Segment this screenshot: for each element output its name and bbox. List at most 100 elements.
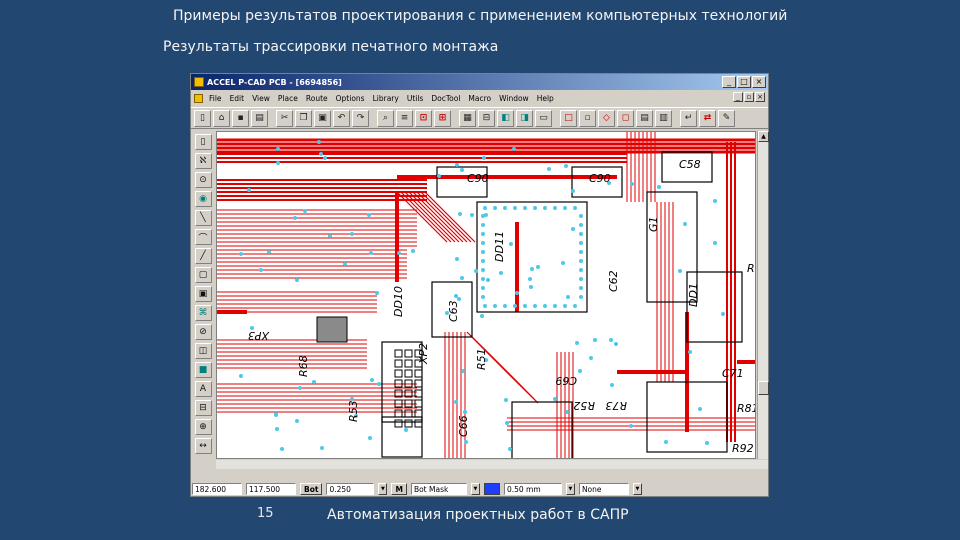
report-icon[interactable]: ⊡ <box>415 109 432 127</box>
pcb-pad <box>247 188 251 192</box>
scroll-thumb[interactable] <box>758 381 769 395</box>
menu-file[interactable]: File <box>205 94 226 103</box>
layer-dropdown-icon[interactable]: ▼ <box>470 483 480 495</box>
doc-close-button[interactable]: × <box>755 92 765 102</box>
pencil-icon[interactable]: ✎ <box>718 109 735 127</box>
keepout-icon[interactable]: ◫ <box>194 343 212 359</box>
redo-icon[interactable]: ↷ <box>352 109 369 127</box>
info-icon[interactable]: ▤ <box>636 109 653 127</box>
measure-icon[interactable]: ↔ <box>194 438 212 454</box>
copper-icon[interactable]: ▢ <box>194 267 212 283</box>
polygon-icon[interactable]: ◻ <box>617 109 634 127</box>
pcb-board[interactable]: C90 C90 C58 G1 DD11 DD10 XP3 R80 R68 R53 XP2 R51 C66… <box>217 132 756 459</box>
select-icon[interactable]: ▯ <box>194 134 212 150</box>
arc-icon[interactable]: ⌒ <box>194 229 212 245</box>
menu-doctool[interactable]: DocTool <box>427 94 464 103</box>
pad-icon[interactable]: ⊙ <box>194 172 212 188</box>
layer-select[interactable]: Bot Mask <box>410 483 467 495</box>
save-icon[interactable]: ▪ <box>232 109 249 127</box>
bus-icon[interactable]: ◇ <box>598 109 615 127</box>
minimize-button[interactable]: _ <box>722 76 736 88</box>
grid-select[interactable]: 0.50 mm <box>503 483 562 495</box>
net-icon[interactable]: □ <box>560 109 577 127</box>
window-titlebar[interactable]: ACCEL P-CAD PCB - [6694856] _ □ × <box>191 74 768 90</box>
route-icon[interactable]: ⊞ <box>434 109 451 127</box>
vertical-scrollbar[interactable]: ▲ <box>757 131 769 459</box>
menu-window[interactable]: Window <box>495 94 533 103</box>
pcb-pad <box>499 271 503 275</box>
pcb-pad <box>571 227 575 231</box>
width-select[interactable]: 0.250 <box>326 483 375 495</box>
slide-title: Примеры результатов проектирования с при… <box>173 8 788 24</box>
pcb-pad <box>397 251 401 255</box>
pcb-canvas[interactable]: C90 C90 C58 G1 DD11 DD10 XP3 R80 R68 R53 XP2 R51 C66… <box>216 131 756 459</box>
x-coord-field[interactable]: 182.600 <box>192 483 242 495</box>
pcb-pad <box>512 147 516 151</box>
maximize-button[interactable]: □ <box>737 76 751 88</box>
menu-edit[interactable]: Edit <box>226 94 249 103</box>
drc-icon[interactable]: ◧ <box>497 109 514 127</box>
close-button[interactable]: × <box>752 76 766 88</box>
y-coord-field[interactable]: 117.500 <box>246 483 296 495</box>
table-icon[interactable]: ▦ <box>459 109 476 127</box>
horizontal-scrollbar[interactable] <box>216 460 768 469</box>
cut-icon[interactable]: ✂ <box>276 109 293 127</box>
mode-toggle-button[interactable]: M <box>391 483 407 495</box>
enter-icon[interactable]: ↵ <box>680 109 697 127</box>
field-icon[interactable]: ⊟ <box>194 400 212 416</box>
menu-library[interactable]: Library <box>369 94 403 103</box>
pcb-pad <box>295 278 299 282</box>
paste-icon[interactable]: ▣ <box>314 109 331 127</box>
grid-icon[interactable]: ⊟ <box>478 109 495 127</box>
pcb-pad <box>504 398 508 402</box>
pcb-pad <box>437 174 441 178</box>
new-icon[interactable]: ▯ <box>194 109 211 127</box>
copy-icon[interactable]: ❐ <box>295 109 312 127</box>
fill-icon[interactable]: ▣ <box>194 286 212 302</box>
snap-dropdown-icon[interactable]: ▼ <box>632 483 642 495</box>
snap-select[interactable]: None <box>578 483 629 495</box>
polygon-fill-icon[interactable]: ■ <box>194 362 212 378</box>
scroll-up-icon[interactable]: ▲ <box>758 131 769 142</box>
route-manual-icon[interactable]: ╲ <box>194 210 212 226</box>
pin-icon[interactable]: ▫ <box>579 109 596 127</box>
menu-place[interactable]: Place <box>274 94 302 103</box>
swap-icon[interactable]: ⇄ <box>699 109 716 127</box>
trace-icon[interactable]: ╱ <box>194 248 212 264</box>
menu-options[interactable]: Options <box>332 94 369 103</box>
pcb-pad <box>404 428 408 432</box>
pcb-pad <box>593 338 597 342</box>
pcb-pad <box>454 294 458 298</box>
layer-toggle-button[interactable]: Bot <box>300 483 323 495</box>
doc-restore-button[interactable]: ▫ <box>744 92 754 102</box>
cutout-icon[interactable]: ⊘ <box>194 324 212 340</box>
highlight-icon[interactable]: ◨ <box>516 109 533 127</box>
component-label: R53 <box>347 400 360 422</box>
menu-utils[interactable]: Utils <box>403 94 428 103</box>
menu-macro[interactable]: Macro <box>464 94 495 103</box>
layer-color-swatch[interactable] <box>483 483 500 495</box>
pcb-pad <box>317 140 321 144</box>
component-label: R92 <box>732 442 754 455</box>
attribute-icon[interactable]: ⌘ <box>194 305 212 321</box>
doc-minimize-button[interactable]: _ <box>733 92 743 102</box>
chip-pad <box>481 214 485 218</box>
main-toolbar: ▯ ⌂ ▪ ▤ ✂ ❐ ▣ ↶ ↷ ⌕ ≡ ⊡ ⊞ ▦ ⊟ ◧ ◨ ▭ □ ▫ … <box>191 107 768 129</box>
text-icon[interactable]: A <box>194 381 212 397</box>
line-icon[interactable]: ℵ <box>194 153 212 169</box>
layer-icon[interactable]: ≡ <box>396 109 413 127</box>
width-dropdown-icon[interactable]: ▼ <box>378 483 388 495</box>
component-label: C63 <box>447 300 460 322</box>
undo-icon[interactable]: ↶ <box>333 109 350 127</box>
menu-route[interactable]: Route <box>302 94 332 103</box>
grid-dropdown-icon[interactable]: ▼ <box>565 483 575 495</box>
point-icon[interactable]: ⊕ <box>194 419 212 435</box>
menu-help[interactable]: Help <box>533 94 558 103</box>
zoom-icon[interactable]: ⌕ <box>377 109 394 127</box>
via-icon[interactable]: ◉ <box>194 191 212 207</box>
print-icon[interactable]: ▤ <box>251 109 268 127</box>
component-icon[interactable]: ▭ <box>535 109 552 127</box>
query-icon[interactable]: ▥ <box>655 109 672 127</box>
menu-view[interactable]: View <box>248 94 274 103</box>
open-icon[interactable]: ⌂ <box>213 109 230 127</box>
